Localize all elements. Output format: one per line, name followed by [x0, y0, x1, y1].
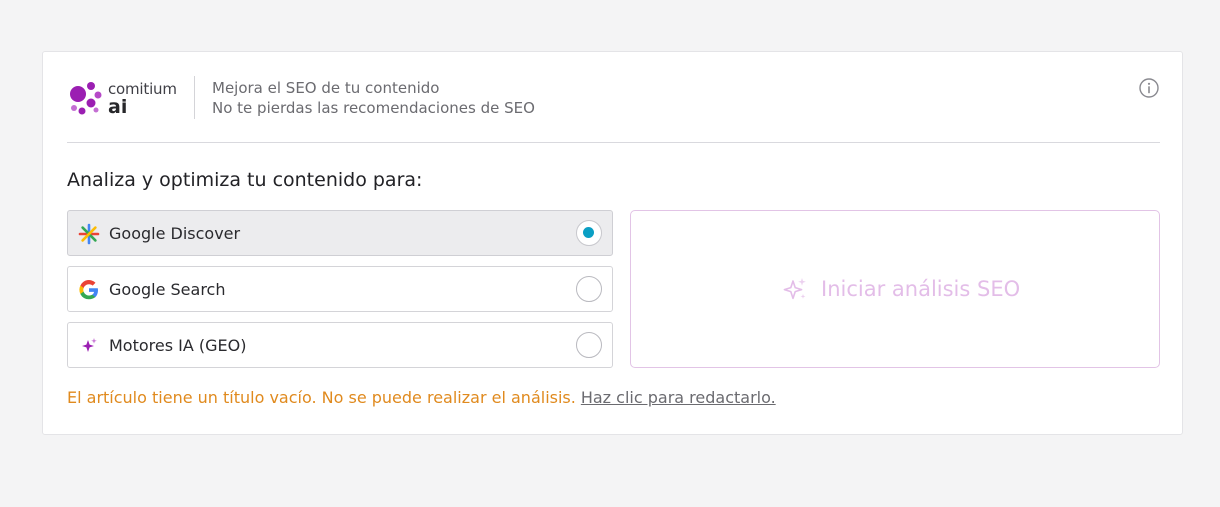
option-google-discover[interactable]: Google Discover	[67, 210, 613, 256]
info-circle-icon[interactable]	[1138, 77, 1160, 99]
option-label: Motores IA (GEO)	[109, 336, 247, 355]
header-subtitle-1: Mejora el SEO de tu contenido	[212, 79, 440, 97]
comitium-ai-logo: comitium ai	[67, 77, 182, 119]
section-title: Analiza y optimiza tu contenido para:	[67, 169, 423, 191]
sparkle-icon	[783, 278, 806, 300]
start-seo-analysis-button[interactable]: Iniciar análisis SEO	[630, 210, 1160, 368]
header-divider	[194, 76, 195, 119]
option-google-search[interactable]: Google Search	[67, 266, 613, 312]
start-seo-analysis-content: Iniciar análisis SEO	[631, 211, 1159, 367]
google-g-icon	[79, 280, 98, 300]
option-label: Google Discover	[109, 224, 241, 243]
google-discover-icon	[78, 223, 100, 245]
radio-button[interactable]	[576, 332, 602, 358]
radio-button[interactable]	[576, 276, 602, 302]
sparkle-icon	[82, 338, 97, 352]
write-title-link[interactable]: Haz clic para redactarlo.	[581, 388, 776, 407]
start-seo-analysis-label: Iniciar análisis SEO	[821, 277, 1021, 301]
panel-header: comitium ai Mejora el SEO de tu contenid…	[67, 76, 1160, 143]
option-motores-ia[interactable]: Motores IA (GEO)	[67, 322, 613, 368]
radio-button-selected[interactable]	[576, 220, 602, 246]
warning-text: El artículo tiene un título vacío. No se…	[67, 388, 576, 407]
seo-panel: comitium ai Mejora el SEO de tu contenid…	[42, 51, 1183, 435]
logo-dots-icon	[70, 82, 102, 115]
option-label: Google Search	[109, 280, 226, 299]
header-subtitle-2: No te pierdas las recomendaciones de SEO	[212, 99, 535, 117]
empty-title-warning: El artículo tiene un título vacío. No se…	[67, 388, 776, 407]
logo-text-ai: ai	[108, 96, 128, 118]
